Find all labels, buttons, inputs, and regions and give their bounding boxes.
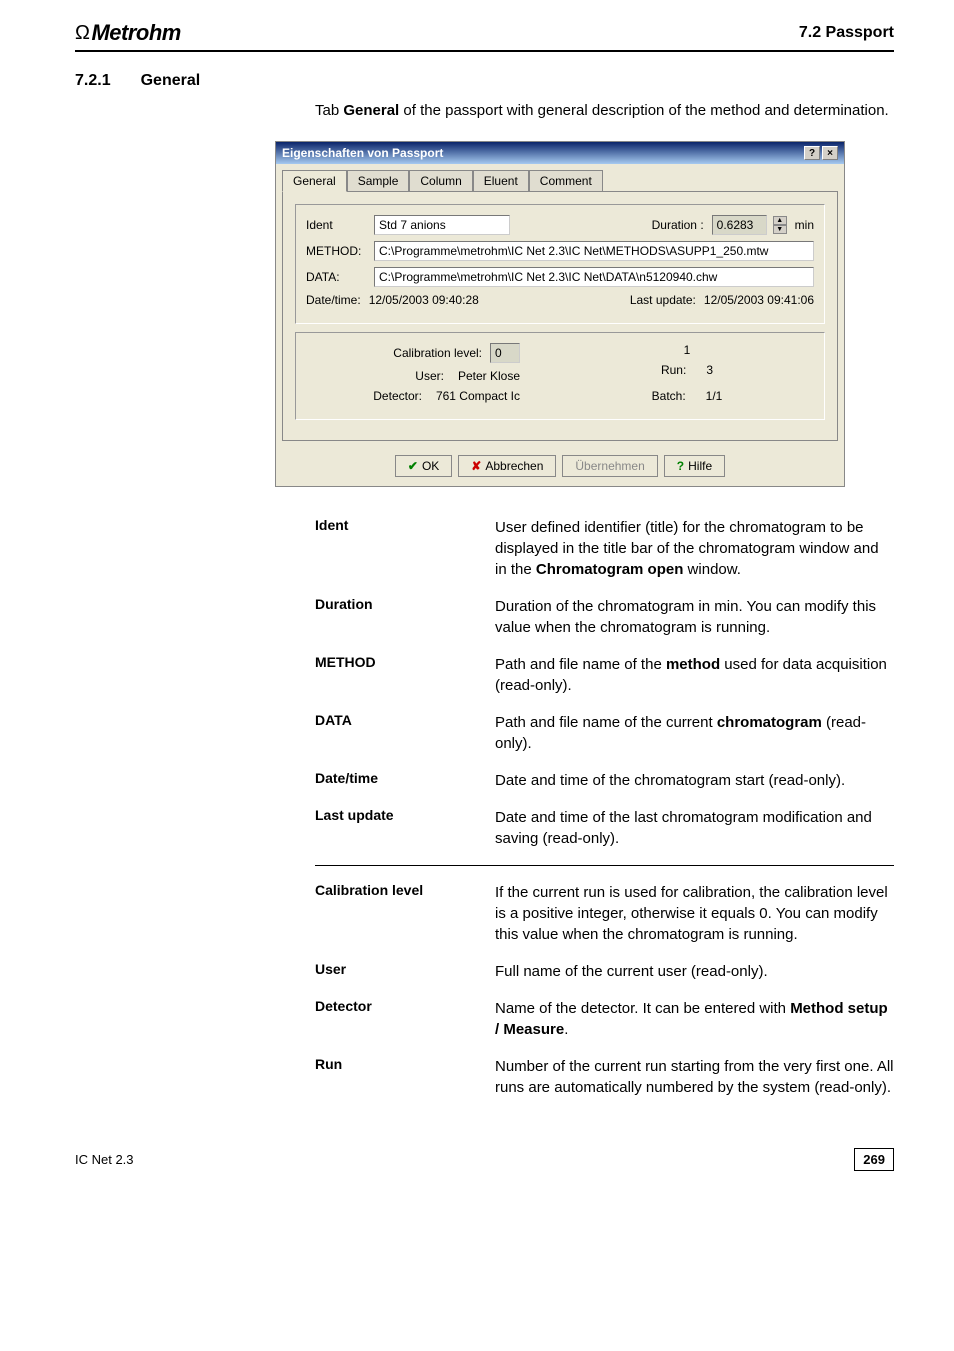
definition-row: IdentUser defined identifier (title) for… (315, 517, 894, 580)
data-value: C:\Programme\metrohm\IC Net 2.3\IC Net\D… (374, 267, 814, 287)
detector-value: 761 Compact Ic (436, 389, 520, 403)
ok-button[interactable]: ✔OK (395, 455, 452, 477)
duration-spinner[interactable]: ▲▼ (773, 216, 787, 234)
definition-term: DATA (315, 712, 495, 754)
detector-label: Detector: (373, 389, 422, 403)
section-number: 7.2.1 (75, 72, 111, 90)
tab-sample[interactable]: Sample (347, 170, 410, 192)
tab-column[interactable]: Column (409, 170, 472, 192)
button-row: ✔OK ✘Abbrechen Übernehmen ?Hilfe (276, 447, 844, 485)
method-label: METHOD: (306, 244, 366, 258)
definition-description: Number of the current run starting from … (495, 1056, 894, 1098)
definition-term: Calibration level (315, 882, 495, 945)
definition-description: Path and file name of the current chroma… (495, 712, 894, 754)
calib-right: 1 (684, 343, 691, 357)
check-icon: ✔ (408, 459, 418, 473)
ident-input[interactable]: Std 7 anions (374, 215, 510, 235)
cancel-button[interactable]: ✘Abbrechen (458, 455, 556, 477)
definition-description: Date and time of the last chromatogram m… (495, 807, 894, 849)
user-label: User: (415, 369, 444, 383)
datetime-label: Date/time: (306, 293, 361, 307)
tab-comment[interactable]: Comment (529, 170, 603, 192)
apply-button[interactable]: Übernehmen (562, 455, 657, 477)
run-label: Run: (661, 363, 686, 377)
user-value: Peter Klose (458, 369, 520, 383)
page-number: 269 (854, 1148, 894, 1171)
definition-term: Ident (315, 517, 495, 580)
duration-input[interactable]: 0.6283 (712, 215, 767, 235)
definition-row: Calibration levelIf the current run is u… (315, 882, 894, 945)
definition-term: Duration (315, 596, 495, 638)
definition-description: Full name of the current user (read-only… (495, 961, 894, 982)
definition-description: Date and time of the chromatogram start … (495, 770, 894, 791)
definition-separator (315, 865, 894, 866)
definition-term: Run (315, 1056, 495, 1098)
ident-label: Ident (306, 218, 366, 232)
cross-icon: ✘ (471, 459, 481, 473)
definition-term: Last update (315, 807, 495, 849)
duration-label: Duration : (652, 218, 704, 232)
lastupdate-value: 12/05/2003 09:41:06 (704, 293, 814, 307)
definition-row: DATAPath and file name of the current ch… (315, 712, 894, 754)
definition-row: UserFull name of the current user (read-… (315, 961, 894, 982)
help-icon[interactable]: ? (804, 146, 820, 160)
batch-label: Batch: (652, 389, 686, 403)
titlebar-buttons: ? × (804, 146, 838, 160)
batch-value: 1/1 (706, 389, 723, 403)
tab-eluent[interactable]: Eluent (473, 170, 529, 192)
definition-description: Path and file name of the method used fo… (495, 654, 894, 696)
data-label: DATA: (306, 270, 366, 284)
intro-paragraph: Tab General of the passport with general… (315, 100, 894, 121)
logo: ΩMetrohm (75, 20, 181, 46)
definition-description: If the current run is used for calibrati… (495, 882, 894, 945)
group-top: Ident Std 7 anions Duration : 0.6283 ▲▼ … (295, 204, 825, 324)
calib-label: Calibration level: (393, 346, 482, 360)
chevron-up-icon[interactable]: ▲ (773, 216, 787, 225)
definition-row: RunNumber of the current run starting fr… (315, 1056, 894, 1098)
duration-unit: min (795, 218, 814, 232)
run-value: 3 (706, 363, 713, 377)
tab-general[interactable]: General (282, 170, 347, 192)
passport-dialog: Eigenschaften von Passport ? × General S… (275, 141, 845, 487)
header-section: 7.2 Passport (799, 24, 894, 42)
calib-input[interactable]: 0 (490, 343, 520, 363)
omega-icon: Ω (75, 22, 89, 45)
definition-description: Duration of the chromatogram in min. You… (495, 596, 894, 638)
definition-row: METHODPath and file name of the method u… (315, 654, 894, 696)
definition-term: User (315, 961, 495, 982)
page-footer: IC Net 2.3 269 (75, 1148, 894, 1171)
definition-term: METHOD (315, 654, 495, 696)
question-icon: ? (677, 459, 684, 473)
definition-description: User defined identifier (title) for the … (495, 517, 894, 580)
definition-list: IdentUser defined identifier (title) for… (315, 517, 894, 1098)
footer-left: IC Net 2.3 (75, 1152, 134, 1167)
definition-description: Name of the detector. It can be entered … (495, 998, 894, 1040)
lastupdate-label: Last update: (630, 293, 696, 307)
close-icon[interactable]: × (822, 146, 838, 160)
help-button[interactable]: ?Hilfe (664, 455, 725, 477)
page-header: ΩMetrohm 7.2 Passport (75, 20, 894, 52)
method-value: C:\Programme\metrohm\IC Net 2.3\IC Net\M… (374, 241, 814, 261)
tab-panel: Ident Std 7 anions Duration : 0.6283 ▲▼ … (282, 191, 838, 441)
section-title: General (141, 72, 201, 90)
definition-row: Last updateDate and time of the last chr… (315, 807, 894, 849)
section-heading: 7.2.1 General (75, 72, 894, 90)
datetime-value: 12/05/2003 09:40:28 (369, 293, 479, 307)
dialog-title: Eigenschaften von Passport (282, 146, 443, 160)
definition-row: Date/timeDate and time of the chromatogr… (315, 770, 894, 791)
tab-row: General Sample Column Eluent Comment (276, 164, 844, 192)
definition-row: DurationDuration of the chromatogram in … (315, 596, 894, 638)
definition-row: DetectorName of the detector. It can be … (315, 998, 894, 1040)
definition-term: Detector (315, 998, 495, 1040)
chevron-down-icon[interactable]: ▼ (773, 225, 787, 234)
group-bottom: Calibration level: 0 User: Peter Klose D… (295, 332, 825, 420)
definition-term: Date/time (315, 770, 495, 791)
dialog-titlebar: Eigenschaften von Passport ? × (276, 142, 844, 164)
